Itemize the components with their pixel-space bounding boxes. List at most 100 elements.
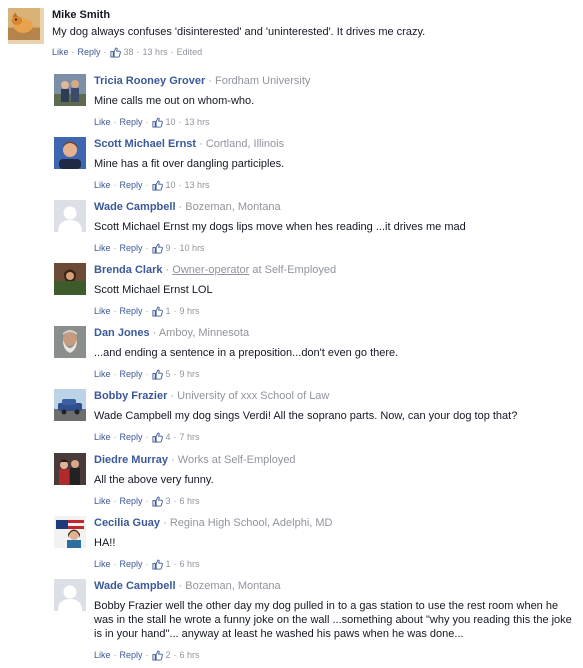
avatar[interactable] bbox=[54, 326, 86, 358]
comment-author[interactable]: Mike Smith bbox=[52, 9, 110, 21]
separator-dot: · bbox=[145, 369, 149, 379]
timestamp[interactable]: 6 hrs bbox=[180, 558, 200, 570]
avatar[interactable] bbox=[54, 579, 86, 611]
comment-text: HA!! bbox=[94, 537, 116, 549]
like-count[interactable]: 3 bbox=[166, 495, 171, 507]
timestamp[interactable]: 13 hrs bbox=[143, 46, 168, 58]
avatar[interactable] bbox=[54, 389, 86, 421]
comment-author[interactable]: Bobby Frazier bbox=[94, 390, 167, 402]
reply-link[interactable]: Reply bbox=[120, 495, 143, 507]
author-meta: Works at Self-Employed bbox=[177, 454, 296, 466]
like-count[interactable]: 38 bbox=[124, 46, 134, 58]
separator-dot: · bbox=[113, 180, 117, 190]
like-count[interactable]: 2 bbox=[166, 649, 171, 661]
reply-link[interactable]: Reply bbox=[120, 242, 143, 254]
reply-link[interactable]: Reply bbox=[120, 305, 143, 317]
comment-text: Wade Campbell my dog sings Verdi! All th… bbox=[94, 410, 518, 422]
like-link[interactable]: Like bbox=[52, 46, 69, 58]
like-link[interactable]: Like bbox=[94, 305, 111, 317]
separator-dot: · bbox=[167, 390, 178, 402]
separator-dot: · bbox=[170, 47, 174, 57]
like-link[interactable]: Like bbox=[94, 431, 111, 443]
separator-dot: · bbox=[113, 432, 117, 442]
separator-dot: · bbox=[173, 650, 177, 660]
separator-dot: · bbox=[173, 559, 177, 569]
avatar[interactable] bbox=[54, 137, 86, 169]
timestamp[interactable]: 13 hrs bbox=[185, 179, 210, 191]
avatar[interactable] bbox=[54, 200, 86, 232]
like-count[interactable]: 9 bbox=[166, 242, 171, 254]
like-count[interactable]: 10 bbox=[166, 116, 176, 128]
thumbs-up-icon bbox=[151, 369, 163, 380]
comment-author[interactable]: Wade Campbell bbox=[94, 201, 176, 213]
timestamp[interactable]: 7 hrs bbox=[180, 431, 200, 443]
thumbs-up-icon bbox=[151, 180, 163, 191]
separator-dot: · bbox=[173, 496, 177, 506]
like-link[interactable]: Like bbox=[94, 116, 111, 128]
thumbs-up-icon bbox=[151, 117, 163, 128]
thumbs-up-icon bbox=[151, 650, 163, 661]
avatar[interactable] bbox=[54, 263, 86, 295]
like-link[interactable]: Like bbox=[94, 368, 111, 380]
comment-actions: Like · Reply · 1 · 6 hrs bbox=[94, 558, 575, 570]
timestamp[interactable]: 6 hrs bbox=[180, 649, 200, 661]
comment-text: All the above very funny. bbox=[94, 474, 214, 486]
like-link[interactable]: Like bbox=[94, 179, 111, 191]
like-count[interactable]: 5 bbox=[166, 368, 171, 380]
like-count[interactable]: 1 bbox=[166, 558, 171, 570]
reply-link[interactable]: Reply bbox=[78, 46, 101, 58]
comment-author[interactable]: Wade Campbell bbox=[94, 580, 176, 592]
avatar[interactable] bbox=[8, 8, 44, 44]
comment-actions: Like · Reply · 1 · 9 hrs bbox=[94, 305, 575, 317]
reply-link[interactable]: Reply bbox=[120, 116, 143, 128]
comment-author[interactable]: Scott Michael Ernst bbox=[94, 138, 196, 150]
author-meta: Cortland, Illinois bbox=[205, 138, 285, 150]
separator-dot: · bbox=[145, 559, 149, 569]
edited-label[interactable]: Edited bbox=[177, 46, 203, 58]
avatar[interactable] bbox=[54, 74, 86, 106]
separator-dot: · bbox=[113, 117, 117, 127]
separator-dot: · bbox=[160, 517, 170, 529]
comment-text: Scott Michael Ernst my dogs lips move wh… bbox=[94, 221, 466, 233]
timestamp[interactable]: 6 hrs bbox=[180, 495, 200, 507]
separator-dot: · bbox=[162, 264, 173, 276]
like-link[interactable]: Like bbox=[94, 242, 111, 254]
separator-dot: · bbox=[173, 306, 177, 316]
comment-text: Bobby Frazier well the other day my dog … bbox=[94, 600, 572, 640]
separator-dot: · bbox=[173, 432, 177, 442]
avatar-photo-flag bbox=[54, 516, 86, 548]
timestamp[interactable]: 9 hrs bbox=[180, 368, 200, 380]
like-link[interactable]: Like bbox=[94, 649, 111, 661]
reply-link[interactable]: Reply bbox=[120, 558, 143, 570]
comment-actions: Like · Reply · 9 · 10 hrs bbox=[94, 242, 575, 254]
separator-dot: · bbox=[145, 117, 149, 127]
like-count[interactable]: 4 bbox=[166, 431, 171, 443]
timestamp[interactable]: 13 hrs bbox=[185, 116, 210, 128]
separator-dot: · bbox=[113, 496, 117, 506]
like-link[interactable]: Like bbox=[94, 495, 111, 507]
separator-dot: · bbox=[113, 306, 117, 316]
avatar[interactable] bbox=[54, 516, 86, 548]
comment-author[interactable]: Dan Jones bbox=[94, 327, 150, 339]
avatar-photo-beard bbox=[54, 326, 86, 358]
thumbs-up-icon bbox=[109, 47, 121, 58]
reply-link[interactable]: Reply bbox=[120, 368, 143, 380]
reply-link[interactable]: Reply bbox=[120, 179, 143, 191]
like-link[interactable]: Like bbox=[94, 558, 111, 570]
like-count[interactable]: 1 bbox=[166, 305, 171, 317]
avatar[interactable] bbox=[54, 453, 86, 485]
comment-author[interactable]: Diedre Murray bbox=[94, 454, 168, 466]
separator-dot: · bbox=[205, 75, 216, 87]
comment-author[interactable]: Brenda Clark bbox=[94, 264, 162, 276]
author-meta[interactable]: Owner-operator bbox=[172, 264, 249, 276]
separator-dot: · bbox=[149, 327, 159, 339]
separator-dot: · bbox=[145, 306, 149, 316]
reply-link[interactable]: Reply bbox=[120, 649, 143, 661]
timestamp[interactable]: 10 hrs bbox=[180, 242, 205, 254]
reply-link[interactable]: Reply bbox=[120, 431, 143, 443]
comment-author[interactable]: Cecilia Guay bbox=[94, 517, 160, 529]
like-count[interactable]: 10 bbox=[166, 179, 176, 191]
timestamp[interactable]: 9 hrs bbox=[180, 305, 200, 317]
thumbs-up-icon bbox=[151, 432, 163, 443]
comment-author[interactable]: Tricia Rooney Grover bbox=[94, 75, 205, 87]
